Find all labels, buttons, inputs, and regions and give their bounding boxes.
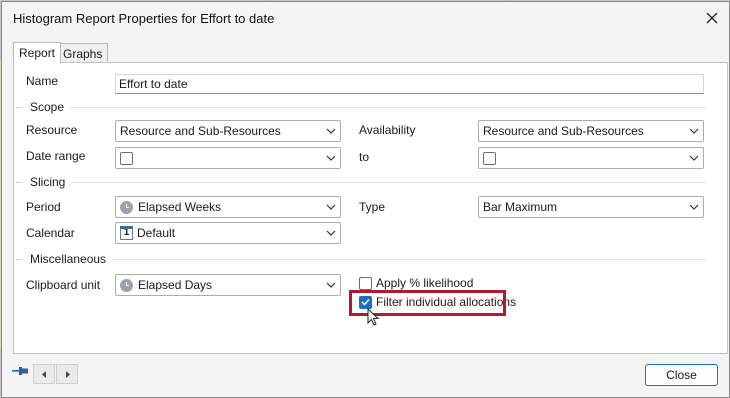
period-label: Period bbox=[26, 200, 61, 214]
chevron-down-icon bbox=[322, 121, 340, 141]
slicing-section-header: Slicing bbox=[16, 175, 706, 189]
date-range-start-picker[interactable] bbox=[115, 147, 341, 169]
dialog-title: Histogram Report Properties for Effort t… bbox=[13, 11, 275, 26]
mouse-cursor-icon bbox=[367, 308, 380, 326]
name-label: Name bbox=[26, 74, 59, 88]
apply-likelihood-label: Apply % likelihood bbox=[376, 276, 474, 290]
chevron-down-icon bbox=[685, 197, 703, 217]
type-value: Bar Maximum bbox=[483, 200, 558, 214]
close-button[interactable]: Close bbox=[645, 364, 718, 386]
to-label: to bbox=[359, 150, 370, 164]
apply-likelihood-box[interactable] bbox=[359, 276, 372, 290]
period-value: Elapsed Weeks bbox=[138, 200, 222, 214]
type-label: Type bbox=[359, 200, 386, 214]
clipboard-unit-label: Clipboard unit bbox=[26, 278, 101, 292]
chevron-down-icon bbox=[322, 223, 340, 243]
apply-likelihood-checkbox[interactable]: Apply % likelihood bbox=[359, 276, 473, 290]
chevron-down-icon bbox=[322, 197, 340, 217]
previous-button[interactable] bbox=[33, 364, 55, 384]
calendar-label: Calendar bbox=[26, 226, 75, 240]
chevron-left-icon bbox=[41, 370, 46, 378]
date-start-checkbox[interactable] bbox=[120, 151, 133, 165]
slicing-heading: Slicing bbox=[30, 175, 66, 189]
resource-label: Resource bbox=[26, 123, 78, 137]
name-input[interactable]: Effort to date bbox=[115, 74, 704, 94]
tab-report[interactable]: Report bbox=[13, 42, 62, 63]
properties-dialog: Histogram Report Properties for Effort t… bbox=[1, 1, 730, 398]
chevron-down-icon bbox=[322, 148, 340, 168]
date-end-checkbox[interactable] bbox=[483, 151, 496, 165]
misc-section-header: Miscellaneous bbox=[16, 252, 706, 266]
clock-icon bbox=[120, 278, 133, 292]
next-button[interactable] bbox=[56, 364, 78, 384]
chevron-down-icon bbox=[685, 121, 703, 141]
availability-label: Availability bbox=[359, 123, 416, 137]
chevron-down-icon bbox=[322, 275, 340, 295]
close-icon bbox=[706, 12, 718, 24]
period-dropdown[interactable]: Elapsed Weeks bbox=[115, 196, 341, 218]
calendar-dropdown[interactable]: 1 Default bbox=[115, 222, 341, 244]
scope-heading: Scope bbox=[30, 100, 65, 114]
calendar-value: Default bbox=[137, 226, 176, 240]
tab-graphs[interactable]: Graphs bbox=[57, 43, 109, 63]
availability-value: Resource and Sub-Resources bbox=[483, 124, 644, 138]
close-window-button[interactable] bbox=[700, 6, 724, 30]
availability-dropdown[interactable]: Resource and Sub-Resources bbox=[478, 120, 704, 142]
calendar-icon: 1 bbox=[120, 226, 133, 240]
chevron-right-icon bbox=[65, 370, 70, 378]
clipboard-unit-value: Elapsed Days bbox=[138, 278, 213, 292]
date-range-end-picker[interactable] bbox=[478, 147, 704, 169]
type-dropdown[interactable]: Bar Maximum bbox=[478, 196, 704, 218]
misc-heading: Miscellaneous bbox=[30, 252, 107, 266]
chevron-down-icon bbox=[685, 148, 703, 168]
pin-icon[interactable] bbox=[12, 365, 30, 377]
date-range-label: Date range bbox=[26, 149, 86, 163]
clipboard-unit-dropdown[interactable]: Elapsed Days bbox=[115, 274, 341, 296]
resource-dropdown[interactable]: Resource and Sub-Resources bbox=[115, 120, 341, 142]
title-bar: Histogram Report Properties for Effort t… bbox=[2, 2, 729, 34]
scope-section-header: Scope bbox=[16, 100, 706, 114]
resource-value: Resource and Sub-Resources bbox=[120, 124, 281, 138]
clock-icon bbox=[120, 200, 133, 214]
